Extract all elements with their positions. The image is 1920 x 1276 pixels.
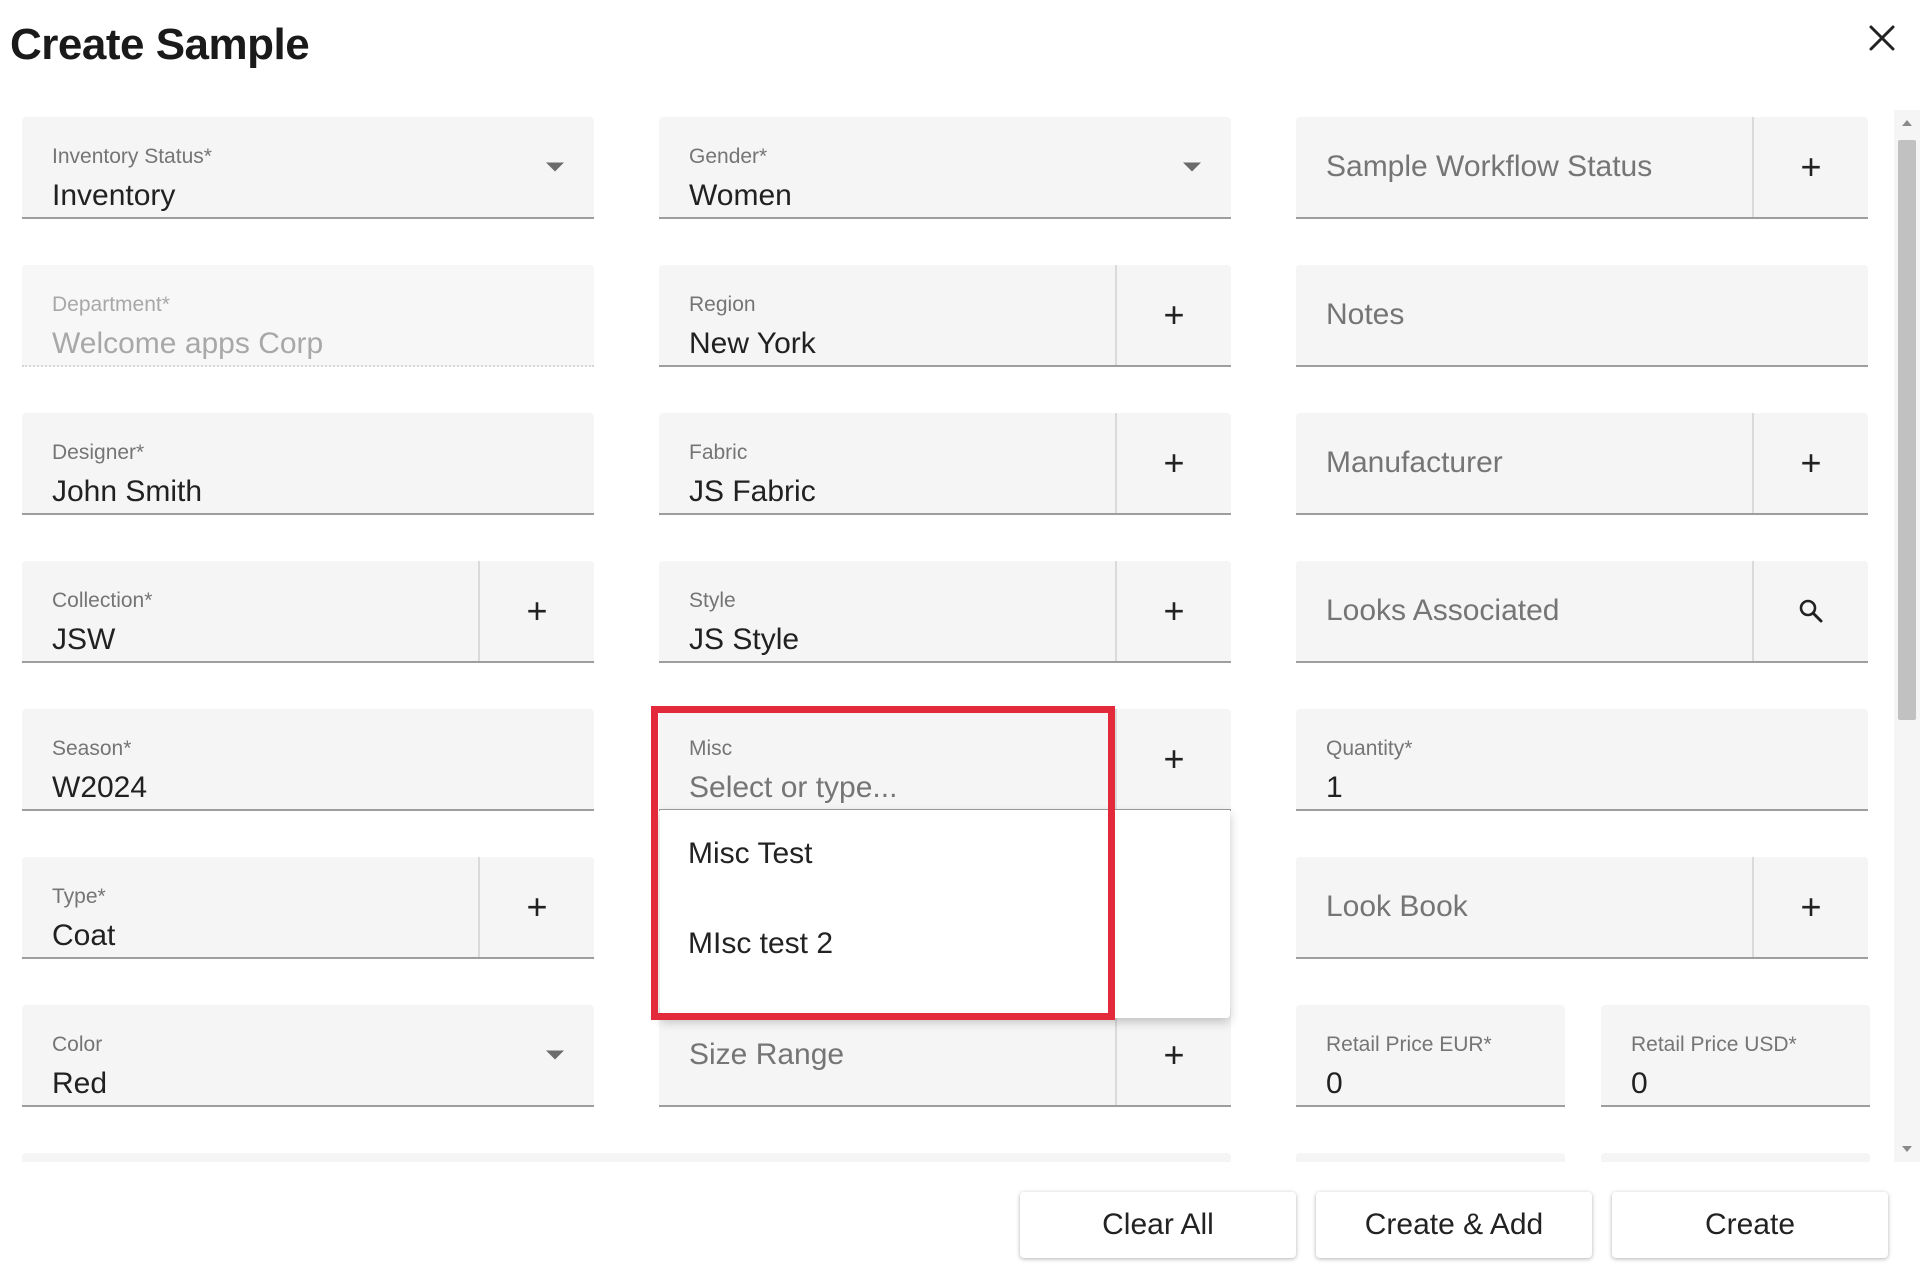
next-row-field[interactable]: [1296, 1153, 1565, 1162]
plus-icon: +: [1800, 146, 1822, 187]
quantity-field[interactable]: Quantity* 1: [1296, 709, 1868, 811]
plus-icon: +: [1800, 442, 1822, 483]
search-icon: [1799, 599, 1823, 623]
department-field: Department* Welcome apps Corp: [22, 265, 594, 367]
add-manufacturer-button[interactable]: +: [1752, 413, 1868, 513]
region-value: New York: [689, 327, 816, 360]
retail-price-usd-value: 0: [1631, 1067, 1648, 1100]
scroll-up-arrow-icon[interactable]: [1902, 120, 1912, 126]
type-label: Type*: [52, 885, 106, 908]
fabric-value: JS Fabric: [689, 475, 816, 508]
plus-icon: +: [1163, 294, 1185, 335]
misc-options-menu: Misc Test MIsc test 2: [660, 810, 1230, 1018]
quantity-value: 1: [1326, 771, 1343, 804]
style-field[interactable]: Style JS Style +: [659, 561, 1231, 663]
designer-label: Designer*: [52, 441, 145, 464]
dialog-title: Create Sample: [10, 20, 310, 69]
retail-price-eur-label: Retail Price EUR*: [1326, 1033, 1492, 1056]
gender-select[interactable]: Gender* Women: [659, 117, 1231, 219]
season-label: Season*: [52, 737, 132, 760]
create-and-add-button[interactable]: Create & Add: [1316, 1192, 1592, 1258]
dropdown-arrow-icon: [546, 162, 564, 172]
misc-field[interactable]: Misc Select or type... +: [659, 709, 1231, 811]
add-region-button[interactable]: +: [1115, 265, 1231, 365]
look-book-placeholder: Look Book: [1326, 890, 1468, 923]
fabric-label: Fabric: [689, 441, 748, 464]
search-looks-button[interactable]: [1752, 561, 1868, 661]
plus-icon: +: [526, 886, 548, 927]
misc-option[interactable]: Misc Test: [660, 810, 1230, 898]
add-type-button[interactable]: +: [478, 857, 594, 957]
misc-label: Misc: [689, 737, 733, 760]
close-icon: [1869, 25, 1895, 51]
plus-icon: +: [1163, 1034, 1185, 1075]
dropdown-arrow-icon: [546, 1050, 564, 1060]
gender-value: Women: [689, 179, 792, 212]
notes-field[interactable]: Notes: [1296, 265, 1868, 367]
scrollbar-thumb[interactable]: [1898, 140, 1916, 720]
size-range-placeholder: Size Range: [689, 1038, 845, 1071]
color-value: Red: [52, 1067, 108, 1100]
color-label: Color: [52, 1033, 103, 1056]
misc-input[interactable]: Select or type...: [689, 771, 897, 805]
misc-option[interactable]: MIsc test 2: [660, 900, 1230, 988]
department-value: Welcome apps Corp: [52, 327, 324, 360]
add-look-book-button[interactable]: +: [1752, 857, 1868, 957]
region-field[interactable]: Region New York +: [659, 265, 1231, 367]
type-value: Coat: [52, 919, 116, 952]
next-row-field[interactable]: [1601, 1153, 1870, 1162]
retail-price-usd-field[interactable]: Retail Price USD* 0: [1601, 1005, 1870, 1107]
plus-icon: +: [1163, 442, 1185, 483]
quantity-label: Quantity*: [1326, 737, 1413, 760]
designer-field[interactable]: Designer* John Smith: [22, 413, 594, 515]
style-label: Style: [689, 589, 736, 612]
manufacturer-field[interactable]: Manufacturer +: [1296, 413, 1868, 515]
inventory-status-value: Inventory: [52, 179, 176, 212]
retail-price-usd-label: Retail Price USD*: [1631, 1033, 1797, 1056]
fabric-field[interactable]: Fabric JS Fabric +: [659, 413, 1231, 515]
clear-all-button[interactable]: Clear All: [1020, 1192, 1296, 1258]
sample-workflow-status-placeholder: Sample Workflow Status: [1326, 150, 1653, 183]
add-misc-button[interactable]: +: [1115, 709, 1231, 809]
collection-field[interactable]: Collection* JSW +: [22, 561, 594, 663]
close-button[interactable]: [1862, 18, 1902, 58]
collection-label: Collection*: [52, 589, 153, 612]
create-button[interactable]: Create: [1612, 1192, 1888, 1258]
inventory-status-select[interactable]: Inventory Status* Inventory: [22, 117, 594, 219]
notes-placeholder: Notes: [1326, 298, 1405, 331]
type-field[interactable]: Type* Coat +: [22, 857, 594, 959]
retail-price-eur-value: 0: [1326, 1067, 1343, 1100]
add-sample-workflow-status-button[interactable]: +: [1752, 117, 1868, 217]
color-select[interactable]: Color Red: [22, 1005, 594, 1107]
inventory-status-label: Inventory Status*: [52, 145, 212, 168]
region-label: Region: [689, 293, 756, 316]
season-value: W2024: [52, 771, 148, 804]
add-collection-button[interactable]: +: [478, 561, 594, 661]
gender-label: Gender*: [689, 145, 768, 168]
size-range-field[interactable]: Size Range +: [659, 1005, 1231, 1107]
season-field[interactable]: Season* W2024: [22, 709, 594, 811]
style-value: JS Style: [689, 623, 800, 656]
department-label: Department*: [52, 293, 170, 316]
scroll-down-arrow-icon[interactable]: [1902, 1146, 1912, 1152]
add-style-button[interactable]: +: [1115, 561, 1231, 661]
plus-icon: +: [526, 590, 548, 631]
next-row-field[interactable]: [22, 1153, 1231, 1162]
dropdown-arrow-icon: [1183, 162, 1201, 172]
looks-associated-placeholder: Looks Associated: [1326, 594, 1560, 627]
sample-workflow-status-field[interactable]: Sample Workflow Status +: [1296, 117, 1868, 219]
collection-value: JSW: [52, 623, 116, 656]
add-size-range-button[interactable]: +: [1115, 1005, 1231, 1105]
manufacturer-placeholder: Manufacturer: [1326, 446, 1503, 479]
add-fabric-button[interactable]: +: [1115, 413, 1231, 513]
plus-icon: +: [1163, 738, 1185, 779]
retail-price-eur-field[interactable]: Retail Price EUR* 0: [1296, 1005, 1565, 1107]
looks-associated-field[interactable]: Looks Associated: [1296, 561, 1868, 663]
plus-icon: +: [1163, 590, 1185, 631]
designer-value: John Smith: [52, 475, 203, 508]
plus-icon: +: [1800, 886, 1822, 927]
scrollbar[interactable]: [1894, 110, 1920, 1162]
look-book-field[interactable]: Look Book +: [1296, 857, 1868, 959]
